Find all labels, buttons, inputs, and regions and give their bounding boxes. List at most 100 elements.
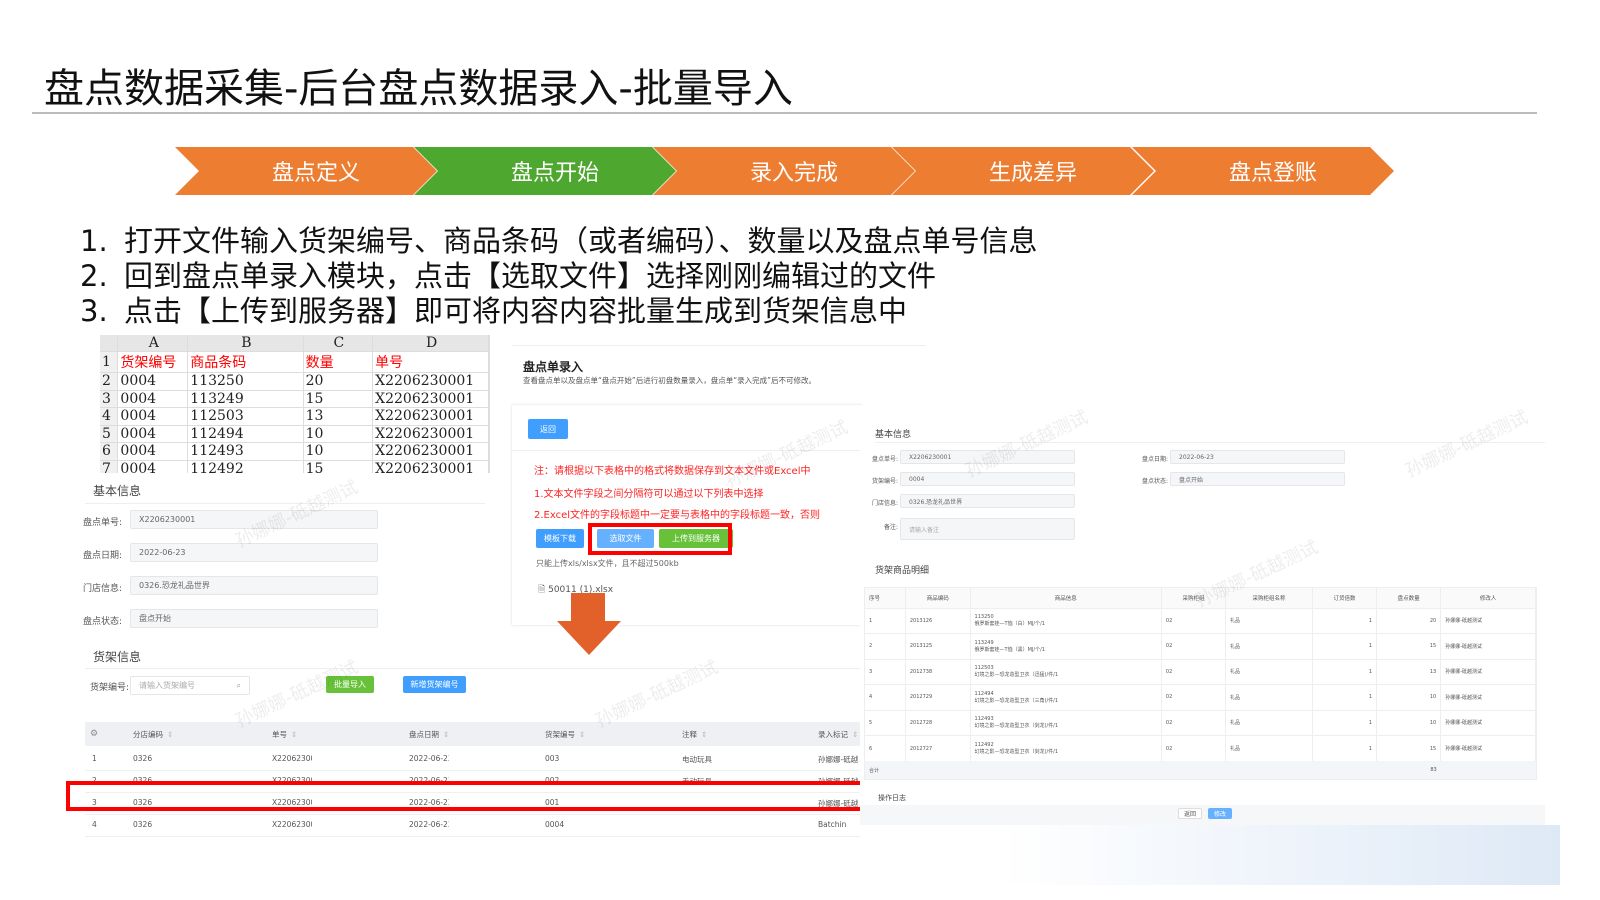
sort-icon[interactable]: ⇕ xyxy=(443,730,449,739)
cell[interactable]: 113250 xyxy=(187,372,304,391)
search-icon[interactable]: ⌕ xyxy=(237,681,241,691)
note-line: 2.Excel文件的字段标题中一定要与表格中的字段标题一致，否则 xyxy=(534,510,821,521)
table-cell: 0326 xyxy=(133,820,153,829)
detail-cell: 2013126 xyxy=(905,608,971,634)
cell[interactable]: 0004 xyxy=(117,407,189,426)
column-header[interactable]: 录入标记 ⇕ xyxy=(818,729,858,740)
cell[interactable]: 10 xyxy=(303,442,374,461)
cell[interactable]: 数量 xyxy=(303,351,374,373)
back-button[interactable]: 返回 xyxy=(1178,808,1202,819)
col-header[interactable]: A xyxy=(117,335,189,352)
cell-text: 孙娜娜-砥越测试 xyxy=(1445,618,1483,625)
field-input[interactable]: 0326.恐龙礼品世界 xyxy=(900,494,1075,508)
sort-icon[interactable]: ⇕ xyxy=(167,730,173,739)
cell[interactable]: X2206230001 xyxy=(372,460,489,473)
cell[interactable]: 112493 xyxy=(187,442,304,461)
field-input[interactable]: 盘点开始 xyxy=(1170,472,1345,486)
col-header[interactable]: D xyxy=(372,335,489,352)
step-post: 盘点登账 xyxy=(1132,147,1394,195)
sort-icon[interactable]: ⇕ xyxy=(291,730,297,739)
cell[interactable]: 0004 xyxy=(117,390,189,408)
detail-cell: 112493 幻境之影—恐龙造型卫衣（剑龙)/件/1 xyxy=(970,710,1162,736)
total-cell xyxy=(1226,761,1313,779)
shelf-search-input[interactable]: 请输入货架编号 ⌕ xyxy=(130,676,250,695)
table-cell: 4 xyxy=(92,820,97,829)
cell-text: 02 xyxy=(1165,668,1173,675)
cell[interactable]: 113249 xyxy=(187,390,304,408)
cell[interactable]: 15 xyxy=(303,390,374,408)
cell[interactable]: 0004 xyxy=(117,372,189,391)
watermark: 孙娜娜-砥越测试 xyxy=(592,656,722,732)
cell[interactable]: 10 xyxy=(303,425,374,443)
cell[interactable]: 商品条码 xyxy=(187,351,304,373)
column-header[interactable]: 单号 ⇕ xyxy=(272,729,297,740)
cell-text: 礼品 xyxy=(1230,669,1241,676)
cell[interactable]: X2206230001 xyxy=(372,390,489,408)
column-header[interactable]: 修改人 xyxy=(1440,588,1536,608)
detail-row[interactable]: 5 2012728 112493 幻境之影—恐龙造型卫衣（剑龙)/件/1 02 礼品 1 10… xyxy=(865,710,1536,736)
cell-text: 1 xyxy=(1368,694,1373,701)
table-row[interactable] xyxy=(85,815,860,837)
cell[interactable]: X2206230001 xyxy=(372,372,489,391)
cell-text: 15 xyxy=(1429,745,1437,752)
column-header[interactable]: 商品信息 xyxy=(970,588,1162,608)
cell[interactable]: X2206230001 xyxy=(372,407,489,426)
field-label: 盘点状态: xyxy=(1141,478,1168,485)
detail-row[interactable]: 6 2012727 112492 幻境之影—恐龙造型卫衣（剑龙)/件/1 02 礼品 1 15… xyxy=(865,735,1536,761)
column-header[interactable]: 货架编号 ⇕ xyxy=(545,729,585,740)
cell[interactable]: 13 xyxy=(303,407,374,426)
sort-icon[interactable]: ⇕ xyxy=(701,730,707,739)
field-value: 2022-06-23 xyxy=(1179,453,1214,461)
cell[interactable]: 0004 xyxy=(117,442,189,461)
detail-cell: 10 xyxy=(1376,684,1442,710)
cell[interactable]: X2206230001 xyxy=(372,425,489,443)
cell[interactable]: 0004 xyxy=(117,460,189,473)
settings-icon[interactable]: ⚙ xyxy=(90,729,98,739)
field-input[interactable]: 请输入备注 xyxy=(900,518,1075,540)
detail-row[interactable]: 3 2012738 112503 幻境之影—恐龙造型卫衣（迅猛)/件/1 02 礼品 1 13… xyxy=(865,659,1536,685)
template-download-button[interactable]: 模板下载 xyxy=(536,529,584,548)
cell[interactable]: 货架编号 xyxy=(117,351,189,373)
cell[interactable]: 20 xyxy=(303,372,374,391)
sort-icon[interactable]: ⇕ xyxy=(579,730,585,739)
cell[interactable]: 0004 xyxy=(117,425,189,443)
cell[interactable]: 112494 xyxy=(187,425,304,443)
corner-cell xyxy=(100,335,119,352)
add-shelf-button[interactable]: 新增货架编号 xyxy=(403,676,466,693)
cell[interactable]: X2206230001 xyxy=(372,442,489,461)
cell[interactable]: 112492 xyxy=(187,460,304,473)
detail-row[interactable]: 4 2012729 112494 幻境之影—恐龙造型卫衣（三角)/件/1 02 礼品 1 10… xyxy=(865,684,1536,710)
excel-row: 6 0004 112493 10 X2206230001 xyxy=(100,442,489,461)
field-input[interactable]: 0326.恐龙礼品世界 xyxy=(130,576,378,595)
detail-row[interactable]: 2 2013125 113249 俄罗斯套娃—T恤（黑）MJ/个/1 02 礼品 1 15 孙娜… xyxy=(865,633,1536,659)
detail-cell: 孙娜娜-砥越测试 xyxy=(1440,684,1536,710)
column-header[interactable]: 商品编码 xyxy=(905,588,971,608)
detail-cell: 3 xyxy=(865,659,906,685)
column-header[interactable]: 序号 xyxy=(865,588,906,608)
column-header[interactable]: 注释 ⇕ xyxy=(682,729,707,740)
field-value: 2022-06-23 xyxy=(139,548,186,557)
cell-text: 礼品 xyxy=(1230,720,1241,727)
sort-icon[interactable]: ⇕ xyxy=(852,730,858,739)
column-header[interactable]: 盘点数量 xyxy=(1376,588,1442,608)
col-header[interactable]: C xyxy=(303,335,374,352)
cell[interactable]: 15 xyxy=(303,460,374,473)
column-header[interactable]: 订货倍数 xyxy=(1312,588,1378,608)
table-row[interactable] xyxy=(85,749,860,771)
cell-text: 1 xyxy=(1368,643,1373,650)
column-header[interactable]: 分店编码 ⇕ xyxy=(133,729,173,740)
cell-text: 2 xyxy=(869,643,873,650)
back-button[interactable]: 返回 xyxy=(528,419,568,439)
excel-row: 5 0004 112494 10 X2206230001 xyxy=(100,425,489,443)
field-input[interactable]: 盘点开始 xyxy=(130,609,378,628)
col-header[interactable]: B xyxy=(187,335,304,352)
edit-button[interactable]: 修改 xyxy=(1208,808,1232,819)
column-header[interactable]: 盘点日期 ⇕ xyxy=(409,729,449,740)
cell[interactable]: 112503 xyxy=(187,407,304,426)
table-cell: X2206230001 xyxy=(272,820,312,829)
field-input[interactable]: 2022-06-23 xyxy=(1170,450,1345,464)
cell[interactable]: 单号 xyxy=(372,351,489,373)
cell-text: 15 xyxy=(1429,643,1437,650)
detail-cell: 1 xyxy=(1312,684,1378,710)
cell-text: 礼品 xyxy=(1230,643,1241,650)
